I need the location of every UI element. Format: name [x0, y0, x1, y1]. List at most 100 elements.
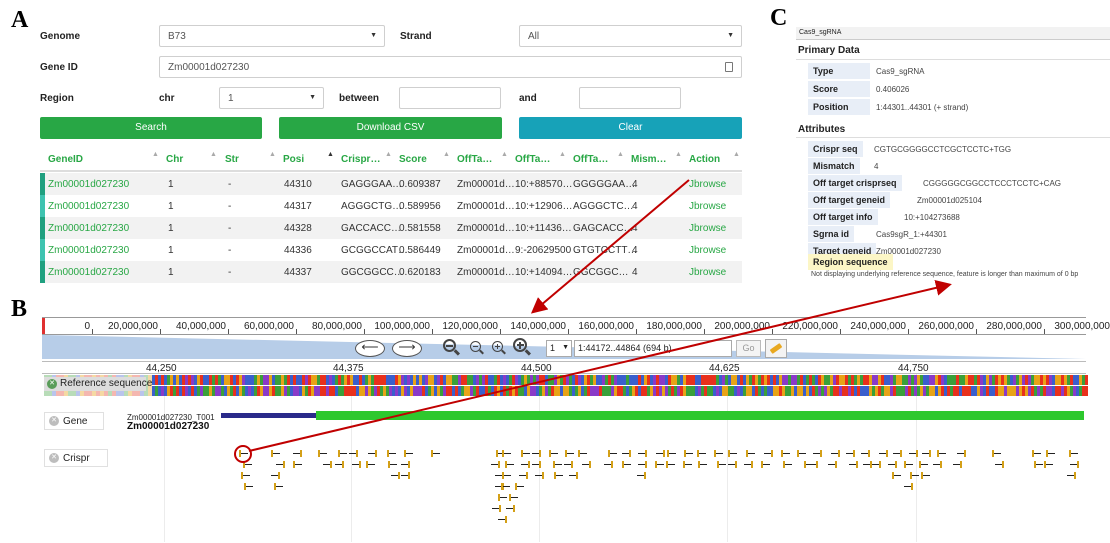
crispr-feature[interactable]	[888, 461, 897, 468]
crispr-feature[interactable]	[498, 516, 507, 523]
crispr-feature[interactable]	[909, 450, 918, 457]
crispr-feature[interactable]	[922, 450, 931, 457]
crispr-feature[interactable]	[505, 461, 514, 468]
crispr-feature[interactable]	[684, 450, 693, 457]
crispr-feature[interactable]	[1034, 461, 1043, 468]
crispr-feature[interactable]	[861, 450, 870, 457]
crispr-feature[interactable]	[892, 472, 901, 479]
crispr-feature[interactable]	[1070, 461, 1079, 468]
crispr-feature[interactable]	[717, 461, 726, 468]
crispr-feature[interactable]	[501, 483, 510, 490]
crispr-feature[interactable]	[849, 461, 858, 468]
crispr-feature[interactable]	[1069, 450, 1078, 457]
crispr-feature[interactable]	[535, 472, 544, 479]
crispr-feature[interactable]	[809, 461, 818, 468]
crispr-feature[interactable]	[293, 461, 302, 468]
crispr-feature[interactable]	[553, 461, 562, 468]
crispr-feature[interactable]	[728, 461, 737, 468]
crispr-feature[interactable]	[1044, 461, 1053, 468]
crispr-feature[interactable]	[564, 461, 573, 468]
crispr-feature[interactable]	[271, 472, 280, 479]
crispr-feature[interactable]	[335, 461, 344, 468]
crispr-feature[interactable]	[509, 494, 518, 501]
crispr-feature[interactable]	[502, 450, 511, 457]
crispr-feature[interactable]	[638, 461, 647, 468]
crispr-feature[interactable]	[349, 450, 358, 457]
crispr-feature[interactable]	[366, 461, 375, 468]
crispr-feature[interactable]	[992, 450, 1001, 457]
crispr-feature[interactable]	[608, 450, 617, 457]
crispr-feature[interactable]	[761, 461, 770, 468]
crispr-feature[interactable]	[698, 461, 707, 468]
crispr-feature[interactable]	[506, 505, 515, 512]
crispr-feature[interactable]	[239, 450, 248, 457]
crispr-feature[interactable]	[714, 450, 723, 457]
crispr-feature[interactable]	[502, 472, 511, 479]
crispr-feature[interactable]	[893, 450, 902, 457]
crispr-feature[interactable]	[953, 461, 962, 468]
crispr-feature[interactable]	[391, 472, 400, 479]
crispr-feature[interactable]	[521, 461, 530, 468]
crispr-feature[interactable]	[813, 450, 822, 457]
crispr-feature[interactable]	[744, 461, 753, 468]
crispr-feature[interactable]	[764, 450, 773, 457]
crispr-feature[interactable]	[863, 461, 872, 468]
crispr-feature[interactable]	[797, 450, 806, 457]
crispr-feature[interactable]	[957, 450, 966, 457]
crispr-feature[interactable]	[656, 450, 665, 457]
crispr-feature[interactable]	[904, 461, 913, 468]
crispr-feature[interactable]	[622, 450, 631, 457]
crispr-feature[interactable]	[352, 461, 361, 468]
crispr-feature[interactable]	[1067, 472, 1076, 479]
crispr-feature[interactable]	[492, 505, 501, 512]
crispr-feature[interactable]	[831, 450, 840, 457]
crispr-feature[interactable]	[271, 450, 280, 457]
crispr-feature[interactable]	[728, 450, 737, 457]
crispr-feature[interactable]	[683, 461, 692, 468]
crispr-feature[interactable]	[578, 450, 587, 457]
crispr-feature[interactable]	[604, 461, 613, 468]
crispr-feature[interactable]	[431, 450, 440, 457]
crispr-feature[interactable]	[1032, 450, 1041, 457]
crispr-feature[interactable]	[637, 472, 646, 479]
crispr-feature[interactable]	[781, 450, 790, 457]
crispr-feature[interactable]	[401, 472, 410, 479]
crispr-feature[interactable]	[276, 461, 285, 468]
crispr-feature[interactable]	[937, 450, 946, 457]
crispr-feature[interactable]	[532, 461, 541, 468]
crispr-feature[interactable]	[532, 450, 541, 457]
crispr-feature[interactable]	[368, 450, 377, 457]
crispr-feature[interactable]	[549, 450, 558, 457]
crispr-feature[interactable]	[515, 483, 524, 490]
crispr-feature[interactable]	[582, 461, 591, 468]
crispr-feature[interactable]	[746, 450, 755, 457]
crispr-feature[interactable]	[921, 472, 930, 479]
crispr-feature[interactable]	[338, 450, 347, 457]
crispr-feature[interactable]	[846, 450, 855, 457]
crispr-feature[interactable]	[1046, 450, 1055, 457]
crispr-feature[interactable]	[491, 461, 500, 468]
crispr-feature[interactable]	[293, 450, 302, 457]
crispr-feature[interactable]	[554, 472, 563, 479]
crispr-feature[interactable]	[274, 483, 283, 490]
crispr-features[interactable]	[0, 0, 1110, 543]
crispr-feature[interactable]	[828, 461, 837, 468]
crispr-feature[interactable]	[933, 461, 942, 468]
crispr-feature[interactable]	[521, 450, 530, 457]
crispr-feature[interactable]	[565, 450, 574, 457]
crispr-feature[interactable]	[404, 450, 413, 457]
crispr-feature[interactable]	[243, 461, 252, 468]
crispr-feature[interactable]	[323, 461, 332, 468]
crispr-feature[interactable]	[401, 461, 410, 468]
crispr-feature[interactable]	[783, 461, 792, 468]
crispr-feature[interactable]	[910, 472, 919, 479]
crispr-feature[interactable]	[387, 450, 396, 457]
crispr-feature[interactable]	[244, 483, 253, 490]
crispr-feature[interactable]	[697, 450, 706, 457]
crispr-feature[interactable]	[995, 461, 1004, 468]
crispr-feature[interactable]	[519, 472, 528, 479]
crispr-feature[interactable]	[919, 461, 928, 468]
crispr-feature[interactable]	[655, 461, 664, 468]
crispr-feature[interactable]	[904, 483, 913, 490]
crispr-feature[interactable]	[498, 494, 507, 501]
